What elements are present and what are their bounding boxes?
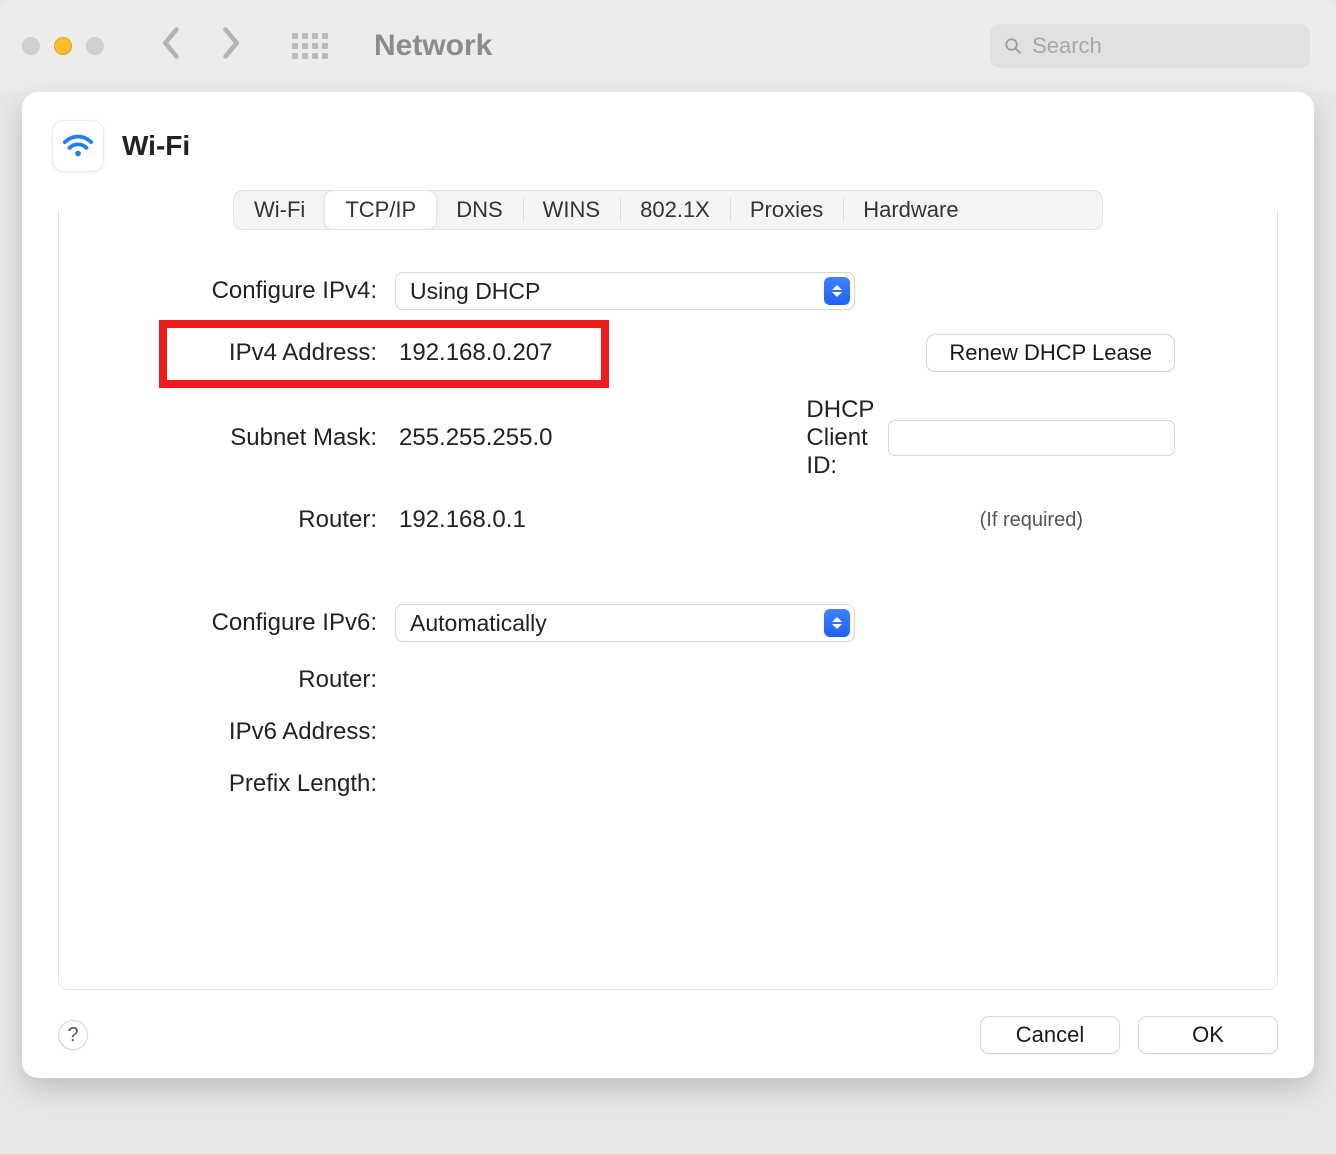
configure-ipv6-value: Automatically xyxy=(410,610,547,637)
chevron-left-icon xyxy=(158,25,186,61)
cancel-button[interactable]: Cancel xyxy=(980,1016,1120,1054)
wifi-icon xyxy=(61,129,95,163)
tcpip-content: Configure IPv4: Using DHCP IPv4 Address:… xyxy=(58,210,1278,990)
forward-button[interactable] xyxy=(216,25,244,67)
help-button[interactable]: ? xyxy=(58,1020,88,1050)
traffic-lights xyxy=(22,37,104,55)
select-stepper-icon xyxy=(824,609,850,637)
minimize-window-button[interactable] xyxy=(54,37,72,55)
network-advanced-sheet: Wi-Fi Wi-Fi TCP/IP DNS WINS 802.1X Proxi… xyxy=(22,92,1314,1078)
configure-ipv4-select[interactable]: Using DHCP xyxy=(395,272,855,310)
ipv6-router-label: Router: xyxy=(77,666,377,694)
configure-ipv4-label: Configure IPv4: xyxy=(77,277,377,305)
configure-ipv6-select[interactable]: Automatically xyxy=(395,604,855,642)
renew-dhcp-lease-button[interactable]: Renew DHCP Lease xyxy=(926,334,1175,372)
sheet-title: Wi-Fi xyxy=(122,130,190,162)
dhcp-client-id-input[interactable] xyxy=(888,420,1175,456)
ipv6-address-value xyxy=(395,730,825,734)
configure-ipv6-label: Configure IPv6: xyxy=(77,609,377,637)
wifi-icon-tile xyxy=(52,120,104,172)
ipv6-address-label: IPv6 Address: xyxy=(77,718,377,746)
ipv4-address-value: 192.168.0.207 xyxy=(395,337,825,369)
search-input[interactable] xyxy=(1032,33,1296,59)
ipv6-router-value xyxy=(395,678,825,682)
ipv4-address-label: IPv4 Address: xyxy=(77,339,377,367)
apps-grid-icon[interactable] xyxy=(292,33,328,59)
dhcp-client-id-hint: (If required) xyxy=(980,509,1083,532)
tab-tcpip[interactable]: TCP/IP xyxy=(325,191,436,229)
tab-proxies[interactable]: Proxies xyxy=(730,191,843,229)
chevron-right-icon xyxy=(216,25,244,61)
ipv4-router-label: Router: xyxy=(77,506,377,534)
configure-ipv4-value: Using DHCP xyxy=(410,278,540,305)
nav-arrows xyxy=(158,25,244,67)
tab-8021x[interactable]: 802.1X xyxy=(620,191,730,229)
select-stepper-icon xyxy=(824,277,850,305)
prefix-length-value xyxy=(395,782,825,786)
zoom-window-button[interactable] xyxy=(86,37,104,55)
tab-dns[interactable]: DNS xyxy=(436,191,522,229)
search-icon xyxy=(1004,36,1022,56)
tabs: Wi-Fi TCP/IP DNS WINS 802.1X Proxies Har… xyxy=(233,190,1103,230)
tab-hardware[interactable]: Hardware xyxy=(843,191,978,229)
dhcp-client-id-label: DHCP Client ID: xyxy=(806,396,874,480)
prefix-length-label: Prefix Length: xyxy=(77,770,377,798)
window-title: Network xyxy=(374,29,492,63)
close-window-button[interactable] xyxy=(22,37,40,55)
ipv4-router-value: 192.168.0.1 xyxy=(395,504,825,536)
tab-wifi[interactable]: Wi-Fi xyxy=(234,191,325,229)
subnet-mask-label: Subnet Mask: xyxy=(77,424,377,452)
subnet-mask-value: 255.255.255.0 xyxy=(395,422,825,454)
search-field[interactable] xyxy=(990,24,1310,68)
ok-button[interactable]: OK xyxy=(1138,1016,1278,1054)
window-toolbar: Network xyxy=(0,0,1336,92)
sheet-footer: ? Cancel OK xyxy=(58,1016,1278,1054)
back-button[interactable] xyxy=(158,25,186,67)
tab-wins[interactable]: WINS xyxy=(523,191,620,229)
